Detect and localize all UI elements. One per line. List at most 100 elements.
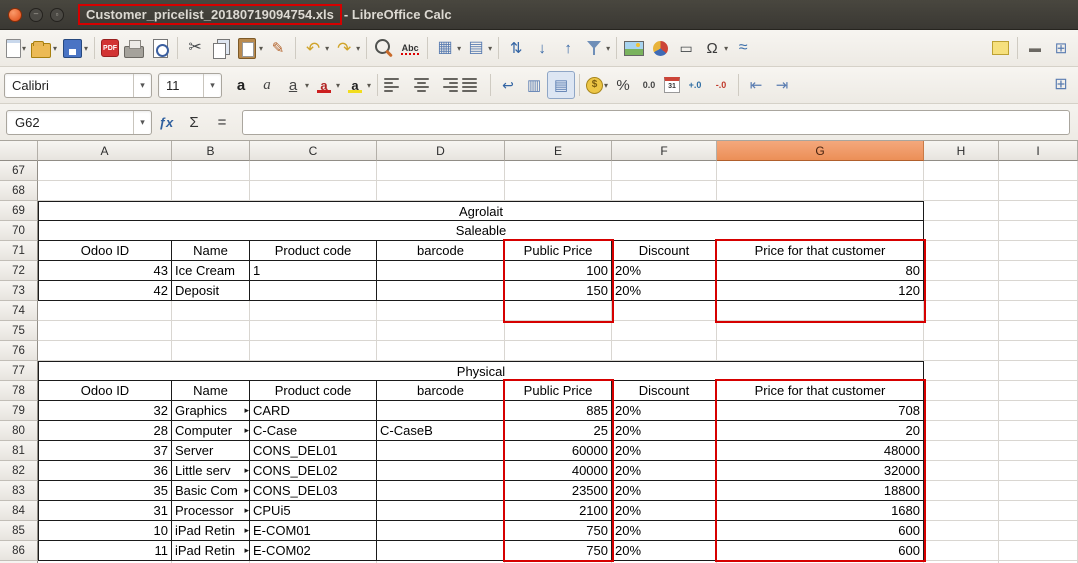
cell-A72[interactable]: 43 — [38, 261, 172, 281]
cell-F71[interactable]: Discount — [612, 241, 717, 261]
cell-C81[interactable]: CONS_DEL01 — [250, 441, 377, 461]
cell-G85[interactable]: 600 — [717, 521, 924, 541]
cell-H70[interactable] — [924, 221, 999, 241]
cell-D72[interactable] — [377, 261, 505, 281]
align-left-button[interactable] — [382, 72, 408, 98]
paste-dropdown-icon[interactable]: ▾ — [259, 44, 263, 53]
save-button[interactable]: ▾ — [59, 35, 90, 61]
cell-C79[interactable]: CARD — [250, 401, 377, 421]
freeze-panes-button[interactable]: ⊞ — [1048, 72, 1074, 98]
cell-C84[interactable]: CPUi5 — [250, 501, 377, 521]
cell-F79[interactable]: 20% — [612, 401, 717, 421]
equals-icon[interactable]: = — [209, 109, 235, 135]
column-header-H[interactable]: H — [924, 141, 999, 161]
cell-G72[interactable]: 80 — [717, 261, 924, 281]
row-column-button[interactable]: ▦▾ — [432, 35, 463, 61]
font-name-combo[interactable]: Calibri▾ — [4, 73, 152, 98]
cell-C83[interactable]: CONS_DEL03 — [250, 481, 377, 501]
cell-E75[interactable] — [505, 321, 612, 341]
cell-D80[interactable]: C-CaseB — [377, 421, 505, 441]
cell-I76[interactable] — [999, 341, 1078, 361]
decrease-indent-button[interactable]: ⇤ — [743, 72, 769, 98]
cell-A77[interactable]: Physical — [38, 361, 924, 381]
row-header-77[interactable]: 77 — [0, 361, 38, 381]
cell-F84[interactable]: 20% — [612, 501, 717, 521]
cell-A82[interactable]: 36 — [38, 461, 172, 481]
cell-A69[interactable]: Agrolait — [38, 201, 924, 221]
row-header-84[interactable]: 84 — [0, 501, 38, 521]
cell-E81[interactable]: 60000 — [505, 441, 612, 461]
paste-button[interactable]: ▾ — [234, 35, 265, 61]
cell-D79[interactable] — [377, 401, 505, 421]
print-button[interactable] — [121, 35, 147, 61]
formula-input[interactable] — [242, 110, 1070, 135]
open-dropdown-icon[interactable]: ▾ — [53, 44, 57, 53]
format-currency-dropdown-icon[interactable]: ▾ — [604, 81, 608, 90]
cell-D82[interactable] — [377, 461, 505, 481]
merge-cells-button[interactable]: ▥ — [521, 72, 547, 98]
format-date-button[interactable]: 31 — [662, 75, 682, 95]
cell-B74[interactable] — [172, 301, 250, 321]
cell-E83[interactable]: 23500 — [505, 481, 612, 501]
column-header-F[interactable]: F — [612, 141, 717, 161]
cell-B84[interactable]: Processor▸ — [172, 501, 250, 521]
freeform-line-button[interactable]: ≈ — [730, 35, 756, 61]
cell-F75[interactable] — [612, 321, 717, 341]
cell-A76[interactable] — [38, 341, 172, 361]
cell-H80[interactable] — [924, 421, 999, 441]
cell-G67[interactable] — [717, 161, 924, 181]
cell-F82[interactable]: 20% — [612, 461, 717, 481]
increase-indent-button[interactable]: ⇥ — [769, 72, 795, 98]
cell-E78[interactable]: Public Price — [505, 381, 612, 401]
cell-F81[interactable]: 20% — [612, 441, 717, 461]
cell-H71[interactable] — [924, 241, 999, 261]
row-header-82[interactable]: 82 — [0, 461, 38, 481]
cell-E84[interactable]: 2100 — [505, 501, 612, 521]
name-box[interactable]: G62 ▾ — [6, 110, 152, 135]
row-header-70[interactable]: 70 — [0, 221, 38, 241]
cell-I80[interactable] — [999, 421, 1078, 441]
cell-F86[interactable]: 20% — [612, 541, 717, 561]
cell-H84[interactable] — [924, 501, 999, 521]
cell-D68[interactable] — [377, 181, 505, 201]
cell-H83[interactable] — [924, 481, 999, 501]
cell-H79[interactable] — [924, 401, 999, 421]
new-dropdown-icon[interactable]: ▾ — [22, 44, 26, 53]
row-column-dropdown-icon[interactable]: ▾ — [457, 44, 461, 53]
cell-G86[interactable]: 600 — [717, 541, 924, 561]
font-size-combo[interactable]: 11▾ — [158, 73, 222, 98]
find-replace-button[interactable] — [371, 35, 397, 61]
export-pdf-button[interactable]: PDF — [99, 37, 121, 59]
cell-G78[interactable]: Price for that customer — [717, 381, 924, 401]
cell-B68[interactable] — [172, 181, 250, 201]
cell-E79[interactable]: 885 — [505, 401, 612, 421]
cell-C76[interactable] — [250, 341, 377, 361]
cell-I73[interactable] — [999, 281, 1078, 301]
cell-C72[interactable]: 1 — [250, 261, 377, 281]
column-header-C[interactable]: C — [250, 141, 377, 161]
row-header-71[interactable]: 71 — [0, 241, 38, 261]
cell-B79[interactable]: Graphics▸ — [172, 401, 250, 421]
column-header-G[interactable]: G — [717, 141, 924, 161]
cell-G75[interactable] — [717, 321, 924, 341]
row-header-72[interactable]: 72 — [0, 261, 38, 281]
underline-dropdown-icon[interactable]: ▾ — [305, 81, 309, 90]
cell-G73[interactable]: 120 — [717, 281, 924, 301]
cell-G81[interactable]: 48000 — [717, 441, 924, 461]
sort-ascending-button[interactable]: ↓ — [529, 35, 555, 61]
cell-I70[interactable] — [999, 221, 1078, 241]
save-dropdown-icon[interactable]: ▾ — [84, 44, 88, 53]
sort-descending-button[interactable]: ↑ — [555, 35, 581, 61]
cell-E85[interactable]: 750 — [505, 521, 612, 541]
sum-icon[interactable]: Σ — [181, 109, 207, 135]
cell-F74[interactable] — [612, 301, 717, 321]
cell-F83[interactable]: 20% — [612, 481, 717, 501]
cell-E76[interactable] — [505, 341, 612, 361]
cell-A67[interactable] — [38, 161, 172, 181]
highlighting-color-dropdown-icon[interactable]: ▾ — [367, 81, 371, 90]
insert-chart-button[interactable] — [647, 35, 673, 61]
borders-button[interactable]: ▤▾ — [463, 35, 494, 61]
cell-C68[interactable] — [250, 181, 377, 201]
cell-G68[interactable] — [717, 181, 924, 201]
cell-H85[interactable] — [924, 521, 999, 541]
